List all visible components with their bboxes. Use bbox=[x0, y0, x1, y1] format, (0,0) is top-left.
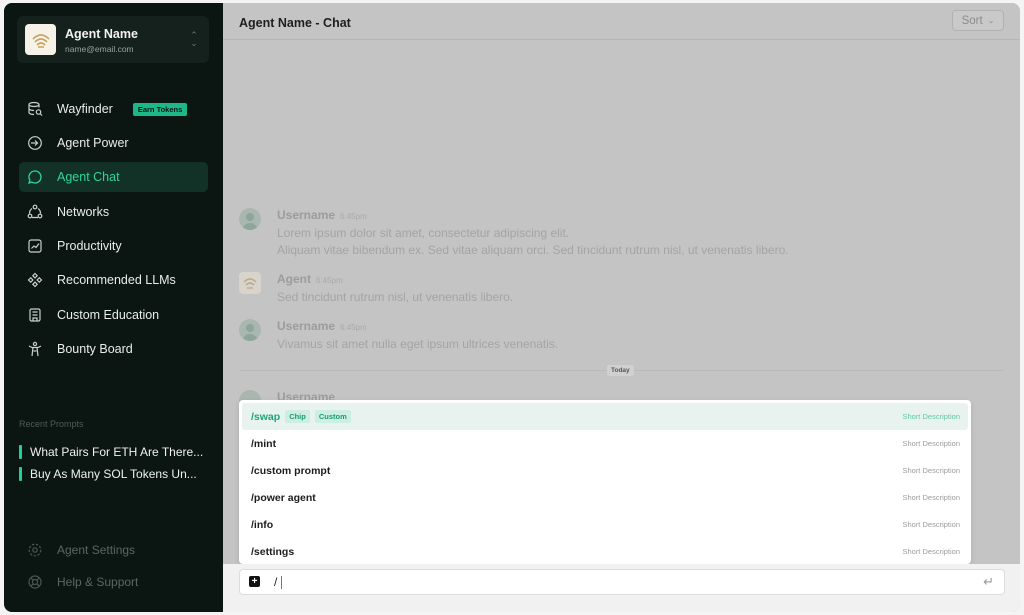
sidebar-item-label: Bounty Board bbox=[57, 342, 133, 356]
message-author: Agent 6:45pm bbox=[277, 272, 343, 286]
message-composer: + ↵ bbox=[239, 569, 1005, 595]
sidebar-item-productivity[interactable]: Productivity bbox=[19, 231, 208, 261]
command-option-power-agent[interactable]: /power agent Short Description bbox=[242, 484, 968, 511]
command-description: Short Description bbox=[902, 439, 960, 448]
sidebar-item-networks[interactable]: Networks bbox=[19, 197, 208, 227]
sidebar-item-recommended-llms[interactable]: Recommended LLMs bbox=[19, 265, 208, 295]
user-avatar bbox=[239, 319, 261, 341]
sidebar-item-label: Agent Settings bbox=[57, 543, 136, 557]
chat-bubble-icon bbox=[27, 169, 43, 185]
command-name: /custom prompt bbox=[251, 464, 331, 477]
command-option-info[interactable]: /info Short Description bbox=[242, 511, 968, 538]
user-avatar bbox=[239, 208, 261, 230]
command-description: Short Description bbox=[902, 412, 960, 421]
sidebar-item-help-support[interactable]: Help & Support bbox=[19, 574, 138, 590]
sidebar-item-label: Recommended LLMs bbox=[57, 273, 176, 287]
gear-icon bbox=[27, 542, 43, 558]
sidebar-item-agent-power[interactable]: Agent Power bbox=[19, 128, 208, 158]
message-time: 6:45pm bbox=[316, 276, 343, 285]
sidebar-item-label: Networks bbox=[57, 205, 110, 219]
sidebar-item-bounty-board[interactable]: Bounty Board bbox=[19, 334, 208, 364]
sidebar-item-label: Agent Power bbox=[57, 136, 129, 150]
recent-prompts-title: Recent Prompts bbox=[19, 419, 84, 429]
sidebar-item-custom-education[interactable]: Custom Education bbox=[19, 300, 208, 330]
command-name: /power agent bbox=[251, 491, 316, 504]
document-book-icon bbox=[27, 307, 43, 323]
slash-command-menu: /swap Chip Custom Short Description /min… bbox=[239, 400, 971, 564]
recent-prompt-item[interactable]: What Pairs For ETH Are There... bbox=[19, 444, 214, 460]
command-name: /swap bbox=[251, 410, 281, 423]
sidebar-item-wayfinder[interactable]: Wayfinder Earn Tokens bbox=[19, 94, 208, 124]
command-name: /info bbox=[251, 518, 274, 531]
recent-prompt-text: Buy As Many SOL Tokens Un... bbox=[30, 467, 197, 481]
recent-prompt-marker bbox=[19, 467, 22, 481]
chevron-down-icon: ⌄ bbox=[987, 16, 995, 25]
earn-tokens-badge: Earn Tokens bbox=[132, 102, 188, 116]
command-name: /settings bbox=[251, 545, 295, 558]
message-author: Username 6:45pm bbox=[277, 319, 367, 333]
command-option-mint[interactable]: /mint Short Description bbox=[242, 430, 968, 457]
agent-logo bbox=[25, 24, 56, 55]
diamond-grid-icon bbox=[27, 272, 43, 288]
plus-icon[interactable]: + bbox=[249, 576, 260, 587]
database-search-icon bbox=[27, 101, 43, 117]
message-author: Username 6:45pm bbox=[277, 208, 367, 222]
message-time: 6:45pm bbox=[340, 323, 367, 332]
chat-main: Agent Name - Chat Sort ⌄ Username 6:45pm … bbox=[223, 3, 1020, 612]
lifebuoy-icon bbox=[27, 574, 43, 590]
chat-header: Agent Name - Chat Sort ⌄ bbox=[223, 3, 1020, 40]
app-window: Agent Name name@email.com ⌃ ⌄ Wayfinder E… bbox=[4, 3, 1020, 612]
chevron-updown-icon: ⌃ ⌄ bbox=[190, 30, 198, 48]
message-input[interactable] bbox=[274, 575, 954, 589]
command-option-custom-prompt[interactable]: /custom prompt Short Description bbox=[242, 457, 968, 484]
page-title: Agent Name - Chat bbox=[239, 16, 351, 30]
sidebar-item-label: Productivity bbox=[57, 239, 122, 253]
sort-button[interactable]: Sort ⌄ bbox=[952, 10, 1004, 31]
command-description: Short Description bbox=[902, 466, 960, 475]
account-name: Agent Name bbox=[65, 27, 138, 41]
command-chip: Custom bbox=[314, 410, 351, 423]
agent-avatar bbox=[239, 272, 261, 294]
recent-prompt-marker bbox=[19, 445, 22, 459]
composer-area: + ↵ bbox=[223, 564, 1020, 612]
sidebar-item-agent-chat[interactable]: Agent Chat bbox=[19, 162, 208, 192]
account-email: name@email.com bbox=[65, 44, 134, 54]
recent-prompt-text: What Pairs For ETH Are There... bbox=[30, 445, 204, 459]
date-divider-label: Today bbox=[607, 365, 634, 376]
sidebar: Agent Name name@email.com ⌃ ⌄ Wayfinder E… bbox=[4, 3, 223, 612]
chart-line-icon bbox=[27, 238, 43, 254]
command-option-settings[interactable]: /settings Short Description bbox=[242, 538, 968, 565]
command-description: Short Description bbox=[902, 547, 960, 556]
network-nodes-icon bbox=[27, 204, 43, 220]
sidebar-item-label: Agent Chat bbox=[57, 170, 120, 184]
message-text: Vivamus sit amet nulla eget ipsum ultric… bbox=[277, 337, 559, 351]
text-caret bbox=[281, 576, 282, 589]
command-name: /mint bbox=[251, 437, 277, 450]
message-time: 6:45pm bbox=[340, 212, 367, 221]
account-switcher[interactable]: Agent Name name@email.com ⌃ ⌄ bbox=[17, 16, 209, 63]
enter-icon[interactable]: ↵ bbox=[983, 574, 994, 590]
sidebar-item-agent-settings[interactable]: Agent Settings bbox=[19, 542, 135, 558]
command-description: Short Description bbox=[902, 493, 960, 502]
command-description: Short Description bbox=[902, 520, 960, 529]
sidebar-item-label: Wayfinder bbox=[57, 102, 113, 116]
sidebar-item-label: Help & Support bbox=[57, 575, 139, 589]
message-text: Sed tincidunt rutrum nisl, ut venenatis … bbox=[277, 290, 514, 304]
person-pose-icon bbox=[27, 341, 43, 357]
command-chip: Chip bbox=[285, 410, 310, 423]
sort-label: Sort bbox=[961, 14, 983, 27]
sidebar-item-label: Custom Education bbox=[57, 308, 160, 322]
login-arrow-icon bbox=[27, 135, 43, 151]
message-text: Lorem ipsum dolor sit amet, consectetur … bbox=[277, 226, 570, 240]
message-text: Aliquam vitae bibendum ex. Sed vitae ali… bbox=[277, 243, 789, 257]
recent-prompt-item[interactable]: Buy As Many SOL Tokens Un... bbox=[19, 466, 214, 482]
command-option-swap[interactable]: /swap Chip Custom Short Description bbox=[242, 403, 968, 430]
